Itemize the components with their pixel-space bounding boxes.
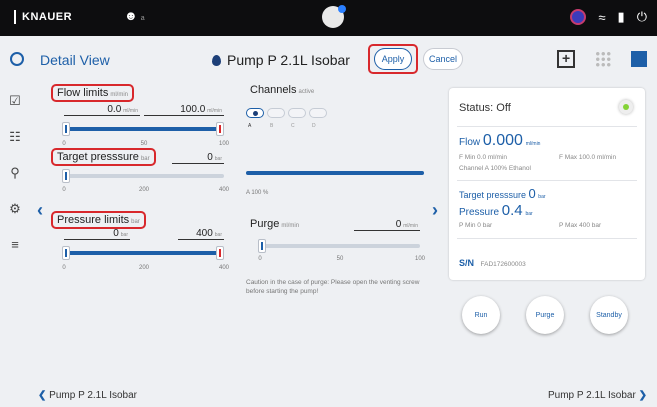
cancel-button[interactable]: Cancel: [423, 48, 463, 70]
tick-label: 0: [62, 187, 66, 193]
status-led-icon: [619, 100, 633, 114]
pressure-max-readout: P Max 400 bar: [559, 222, 602, 229]
target-pressure-handle[interactable]: [62, 169, 70, 183]
status-text: Status: Off: [459, 102, 511, 114]
tick-label: 200: [138, 265, 149, 271]
channel-b-toggle[interactable]: [267, 108, 285, 118]
purge-caution-text: Caution in the case of purge: Please ope…: [246, 279, 420, 295]
power-icon[interactable]: ⏻: [637, 9, 647, 25]
chevron-left-icon[interactable]: ‹: [37, 200, 43, 221]
channel-c-toggle[interactable]: [288, 108, 306, 118]
channels-label: Channels active: [250, 84, 315, 96]
chevron-right-icon[interactable]: ›: [432, 200, 438, 221]
battery-icon: ▮: [617, 9, 625, 24]
device-hub-icon[interactable]: [322, 5, 346, 28]
system-status-bar: KNAUER ☻ a ≈ ▮ ⏻: [0, 0, 657, 36]
flow-min-field[interactable]: 0.0 ml/min: [64, 104, 140, 116]
tick-label: 400: [218, 187, 229, 193]
pump-drop-icon: [212, 54, 221, 66]
page-title: Detail View: [40, 52, 110, 68]
pressure-limits-fill: [64, 251, 220, 255]
channel-a-toggle[interactable]: [246, 108, 264, 118]
overview-nav-icon[interactable]: [10, 52, 24, 66]
flow-limits-label: Flow limits ml/min: [51, 84, 135, 102]
next-device-label: Pump P 2.1L Isobar: [547, 390, 636, 401]
search-document-icon[interactable]: ⚲: [8, 166, 22, 180]
tick-label: 0: [258, 256, 262, 262]
grid-view-icon[interactable]: [595, 51, 611, 67]
gear-icon[interactable]: ⚙: [8, 202, 22, 216]
tick-label: 0: [62, 141, 66, 147]
hierarchy-icon[interactable]: ☷: [8, 130, 22, 144]
tick-label: 200: [138, 187, 149, 193]
single-view-icon[interactable]: [631, 51, 647, 67]
pressure-readout: Pressure 0.4 bar: [459, 202, 533, 219]
checklist-icon[interactable]: ☑: [8, 94, 22, 108]
serial-number: S/N FAD172600003: [459, 258, 526, 268]
user-icon[interactable]: ☻ a: [124, 8, 145, 23]
pressure-min-handle[interactable]: [62, 246, 70, 260]
tick-label: 50: [140, 141, 148, 147]
standby-button[interactable]: Standby: [590, 296, 628, 334]
next-device-link[interactable]: Pump P 2.1L Isobar ❯: [548, 390, 647, 401]
tick-label: 400: [218, 265, 229, 271]
channel-a-composition-bar: [246, 171, 424, 175]
purge-label: Purge ml/min: [250, 218, 300, 230]
list-icon[interactable]: ≡: [8, 238, 22, 252]
target-pressure-label: Target presssure bar: [51, 148, 156, 166]
channel-d-label: D: [312, 123, 316, 129]
flow-min-readout: F Min 0.0 ml/min: [459, 154, 508, 161]
pressure-min-field[interactable]: 0 bar: [64, 228, 130, 240]
divider: [457, 126, 637, 127]
add-widget-icon[interactable]: [557, 50, 575, 68]
left-rail: ☑ ☷ ⚲ ⚙ ≡: [0, 84, 30, 384]
tick-label: 100: [414, 256, 425, 262]
channel-a-label: A: [248, 123, 252, 129]
purge-handle[interactable]: [258, 239, 266, 253]
recording-icon[interactable]: [570, 9, 587, 25]
pressure-min-readout: P Min 0 bar: [459, 222, 493, 229]
target-pressure-readout: Target presssure 0 bar: [459, 186, 546, 201]
device-title-text: Pump P 2.1L Isobar: [227, 52, 350, 68]
previous-device-link[interactable]: ❮ Pump P 2.1L Isobar: [38, 390, 137, 401]
flow-limits-fill: [64, 127, 220, 131]
tick-label: 50: [336, 256, 344, 262]
purge-track: [260, 244, 420, 248]
tick-label: 0: [62, 265, 66, 271]
channel-c-label: C: [291, 123, 295, 129]
target-pressure-field[interactable]: 0 bar: [172, 152, 224, 164]
pump-settings-panel: ‹ › Flow limits ml/min 0.0 ml/min 100.0 ml/…: [34, 84, 440, 384]
pressure-limits-label: Pressure limits bar: [51, 211, 146, 229]
wifi-icon: ≈: [598, 9, 606, 25]
previous-device-label: Pump P 2.1L Isobar: [49, 390, 138, 401]
flow-max-handle[interactable]: [216, 122, 224, 136]
purge-button[interactable]: Purge: [526, 296, 564, 334]
knauer-logo: KNAUER: [14, 10, 72, 24]
channel-readout: Channel A 100% Ethanol: [459, 165, 531, 172]
purge-flow-field[interactable]: 0 ml/min: [354, 219, 420, 231]
divider: [457, 180, 637, 181]
tick-label: 100: [218, 141, 229, 147]
device-title: Pump P 2.1L Isobar: [212, 52, 350, 68]
pressure-max-handle[interactable]: [216, 246, 224, 260]
pressure-max-field[interactable]: 400 bar: [178, 228, 224, 240]
chevron-left-icon: ❮: [38, 390, 47, 401]
flow-max-field[interactable]: 100.0 ml/min: [144, 104, 224, 116]
channel-b-label: B: [270, 123, 274, 129]
apply-button[interactable]: Apply: [374, 48, 412, 70]
channel-d-toggle[interactable]: [309, 108, 327, 118]
flow-max-readout: F Max 100.0 ml/min: [559, 154, 617, 161]
run-button[interactable]: Run: [462, 296, 500, 334]
flow-min-handle[interactable]: [62, 122, 70, 136]
target-pressure-track: [64, 174, 224, 178]
divider: [457, 238, 637, 239]
chevron-right-icon: ❯: [638, 390, 647, 401]
channel-composition-text: A 100 %: [246, 190, 269, 196]
detail-toolbar: Detail View Pump P 2.1L Isobar Apply Can…: [0, 36, 657, 84]
flow-readout: Flow 0.000 ml/min: [459, 132, 541, 149]
status-card: Status: Off Flow 0.000 ml/min F Min 0.0 …: [449, 88, 645, 280]
device-navigation-footer: ❮ Pump P 2.1L Isobar Pump P 2.1L Isobar …: [0, 386, 657, 407]
